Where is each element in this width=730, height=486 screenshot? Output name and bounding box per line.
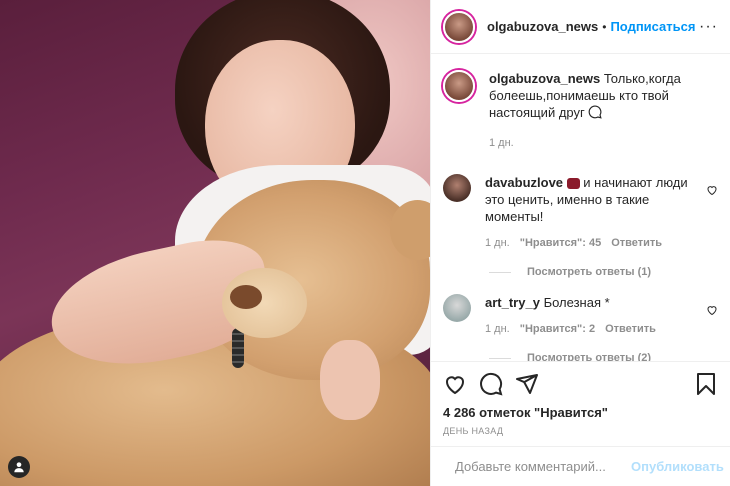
commenter-avatar[interactable] [443,294,471,322]
caption-date[interactable]: 1 дн. [489,135,718,152]
comment-input[interactable] [455,459,631,474]
paper-plane-icon[interactable] [515,372,539,396]
comment-text: Болезная * [543,295,610,310]
bookmark-icon[interactable] [694,372,718,396]
emoji-icon [566,178,580,190]
more-dots-icon[interactable]: ··· [699,18,718,36]
post-time[interactable]: ДЕНЬ НАЗАД [431,420,730,446]
view-replies-label: Посмотреть ответы (1) [527,266,652,278]
replies-line [489,271,511,273]
header-separator: • [602,19,607,34]
post-sidebar: olgabuzova_news • Подписаться ··· olgabu… [430,0,730,486]
author-avatar[interactable] [443,10,475,43]
comment-item: art_try_y Болезная * 1 дн. "Нравится": 2… [443,294,718,338]
replies-line [489,357,511,359]
commenter-avatar[interactable] [443,174,471,202]
comment-date[interactable]: 1 дн. [485,235,510,252]
view-replies-button[interactable]: Посмотреть ответы (1) [489,266,718,278]
comment-item: davabuzlove и начинают люди это ценить, … [443,174,718,252]
caption-username[interactable]: olgabuzova_news [489,71,600,86]
comment-icon[interactable] [479,372,503,396]
caption: olgabuzova_news Только,когда болеешь,пон… [443,70,718,152]
publish-button[interactable]: Опубликовать [631,459,724,474]
add-comment-bar: Опубликовать [431,446,730,486]
comment-heart-icon[interactable] [706,184,718,196]
post-header: olgabuzova_news • Подписаться ··· [431,0,730,54]
comment-meta: 1 дн. "Нравится": 2 Ответить [485,321,698,338]
view-replies-button[interactable]: Посмотреть ответы (2) [489,352,718,361]
heart-icon[interactable] [443,372,467,396]
commenter-username[interactable]: art_try_y [485,295,540,310]
caption-avatar[interactable] [443,70,475,102]
comment-bubble-icon [588,105,603,119]
hand-shape [320,340,380,420]
comment-heart-icon[interactable] [706,304,718,316]
reply-button[interactable]: Ответить [605,321,656,338]
author-username[interactable]: olgabuzova_news [487,19,598,34]
comment-date[interactable]: 1 дн. [485,321,510,338]
teddy-bear-nose [230,285,262,309]
follow-button[interactable]: Подписаться [610,19,695,34]
bracelet-shape [232,328,244,368]
view-replies-label: Посмотреть ответы (2) [527,352,652,361]
comments-list[interactable]: olgabuzova_news Только,когда болеешь,пон… [431,54,730,361]
commenter-username[interactable]: davabuzlove [485,175,563,190]
likes-count[interactable]: 4 286 отметок "Нравится" [431,405,730,420]
user-tag-icon[interactable] [8,456,30,478]
instagram-post: olgabuzova_news • Подписаться ··· olgabu… [0,0,730,486]
comment-likes[interactable]: "Нравится": 45 [520,235,601,252]
comment-likes[interactable]: "Нравится": 2 [520,321,595,338]
comment-meta: 1 дн. "Нравится": 45 Ответить [485,235,698,252]
reply-button[interactable]: Ответить [611,235,662,252]
post-photo[interactable] [0,0,430,486]
action-bar [431,361,730,405]
